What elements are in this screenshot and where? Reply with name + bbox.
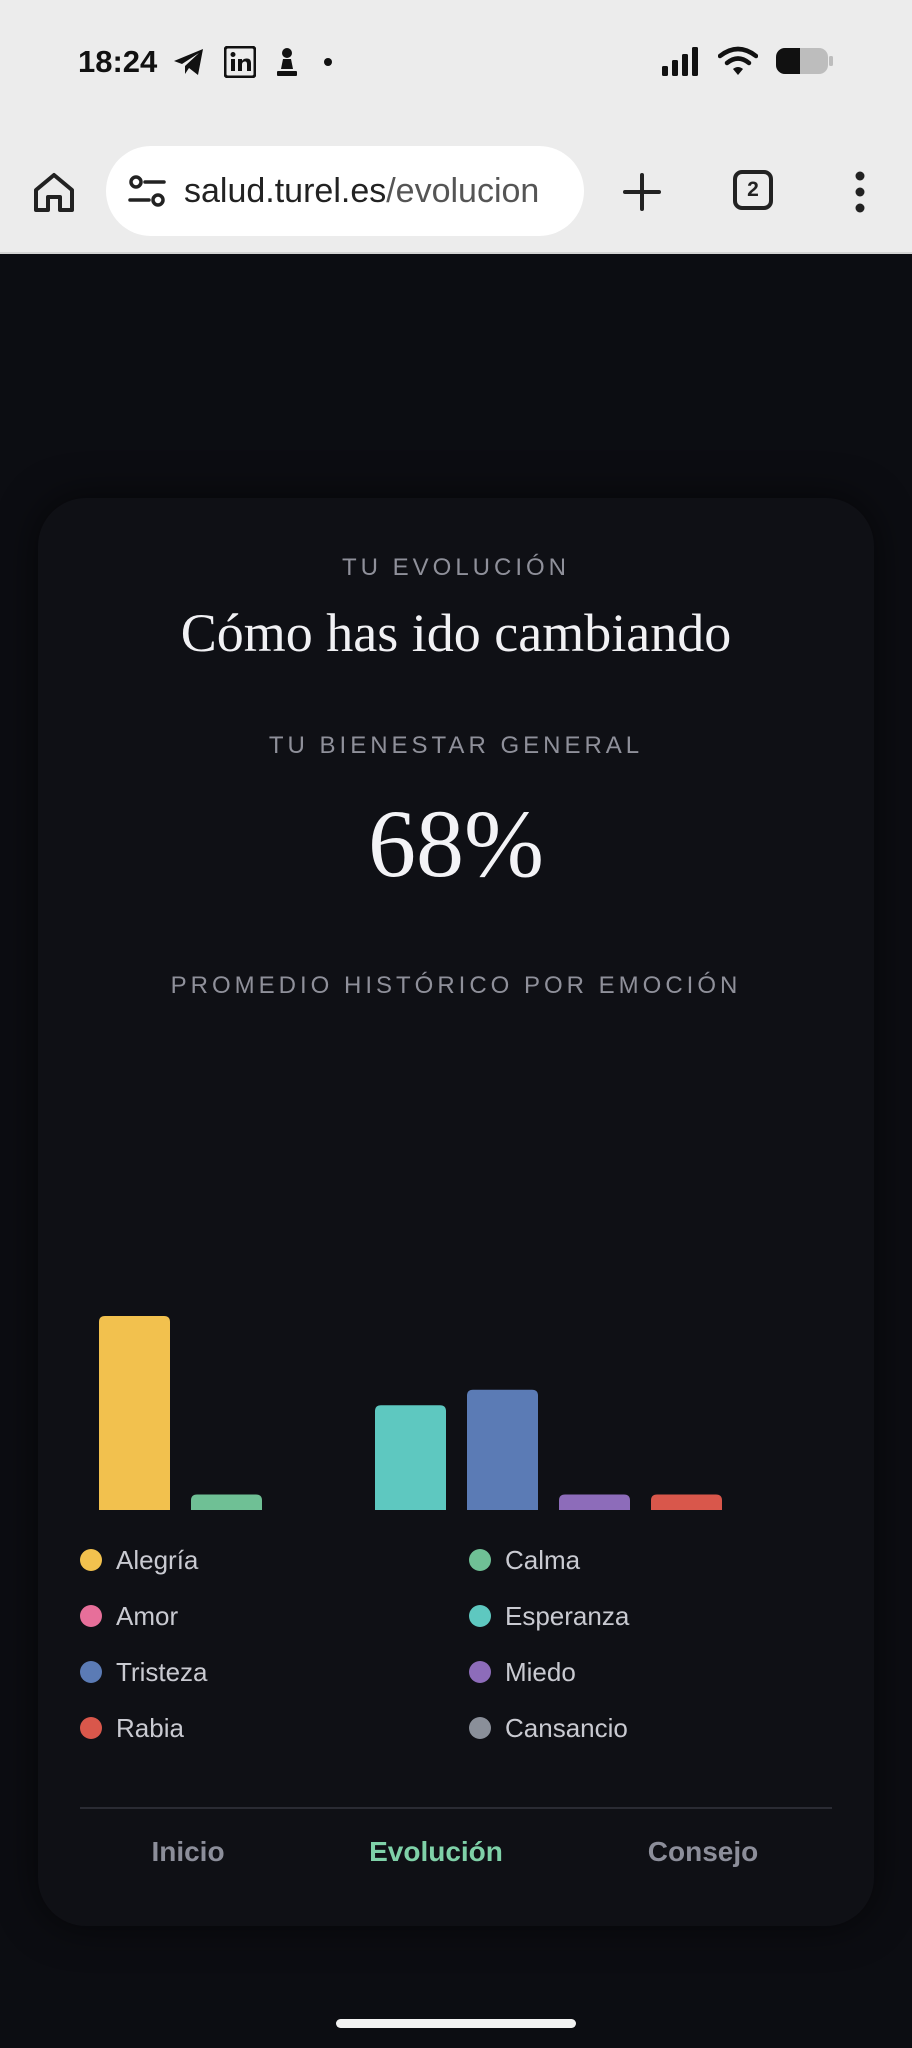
bar-alegria xyxy=(99,1316,170,1510)
bar-calma xyxy=(191,1494,262,1510)
legend-dot xyxy=(80,1717,102,1739)
new-tab-icon[interactable] xyxy=(618,168,666,216)
emotion-bar-chart xyxy=(99,1316,722,1510)
bar-esperanza xyxy=(375,1405,446,1510)
telegram-icon xyxy=(174,49,203,75)
chart-legend: Alegría Calma Amor Esperanza Tristeza Miedo Ra… xyxy=(80,1532,840,1756)
legend-label: Cansancio xyxy=(505,1712,628,1743)
tab-count: 2 xyxy=(747,178,759,201)
notification-icons xyxy=(172,46,338,78)
url-host: salud.turel.es xyxy=(184,171,387,210)
system-icons xyxy=(660,46,834,76)
legend-dot xyxy=(469,1717,491,1739)
chess-pawn-icon xyxy=(277,48,297,76)
nav-tab-evolucion[interactable]: Evolución xyxy=(346,1836,526,1868)
legend-item-alegria: Alegría xyxy=(80,1532,469,1588)
url-path: /evolucion xyxy=(386,171,540,210)
legend-item-calma: Calma xyxy=(469,1532,840,1588)
nav-tab-inicio[interactable]: Inicio xyxy=(98,1836,278,1868)
legend-item-rabia: Rabia xyxy=(80,1700,469,1756)
browser-toolbar: salud.turel.es/evolucion 2 xyxy=(0,132,912,254)
nav-tab-consejo[interactable]: Consejo xyxy=(613,1836,793,1868)
bar-tristeza xyxy=(467,1389,538,1510)
tab-switcher-button[interactable]: 2 xyxy=(733,170,773,210)
legend-label: Amor xyxy=(116,1600,179,1631)
legend-item-esperanza: Esperanza xyxy=(469,1588,840,1644)
url-text[interactable]: salud.turel.es/evolucion xyxy=(184,172,574,211)
linkedin-icon xyxy=(224,46,256,78)
legend-item-cansancio: Cansancio xyxy=(469,1700,840,1756)
more-options-icon[interactable] xyxy=(842,168,878,216)
legend-dot xyxy=(469,1661,491,1683)
signal-icon xyxy=(662,47,698,76)
legend-dot xyxy=(469,1549,491,1571)
nav-divider xyxy=(80,1807,832,1809)
legend-item-miedo: Miedo xyxy=(469,1644,840,1700)
site-settings-icon[interactable] xyxy=(126,170,168,212)
dot-icon xyxy=(324,58,332,66)
legend-dot xyxy=(469,1605,491,1627)
status-bar: 18:24 xyxy=(0,0,912,132)
legend-item-amor: Amor xyxy=(80,1588,469,1644)
status-time: 18:24 xyxy=(78,44,158,79)
legend-label: Rabia xyxy=(116,1712,184,1743)
address-bar[interactable]: salud.turel.es/evolucion xyxy=(106,146,584,236)
battery-icon xyxy=(776,48,833,74)
bar-miedo xyxy=(559,1494,630,1510)
legend-dot xyxy=(80,1605,102,1627)
legend-label: Calma xyxy=(505,1544,581,1575)
wifi-icon xyxy=(718,46,758,75)
home-icon[interactable] xyxy=(30,168,78,216)
legend-dot xyxy=(80,1549,102,1571)
home-indicator[interactable] xyxy=(336,2019,576,2028)
legend-item-tristeza: Tristeza xyxy=(80,1644,469,1700)
evolution-card: TU EVOLUCIÓN Cómo has ido cambiando TU B… xyxy=(38,498,874,1926)
legend-label: Esperanza xyxy=(505,1600,630,1631)
legend-label: Miedo xyxy=(505,1656,576,1687)
legend-label: Tristeza xyxy=(116,1656,208,1687)
bar-rabia xyxy=(651,1494,722,1510)
legend-dot xyxy=(80,1661,102,1683)
legend-label: Alegría xyxy=(116,1544,199,1575)
